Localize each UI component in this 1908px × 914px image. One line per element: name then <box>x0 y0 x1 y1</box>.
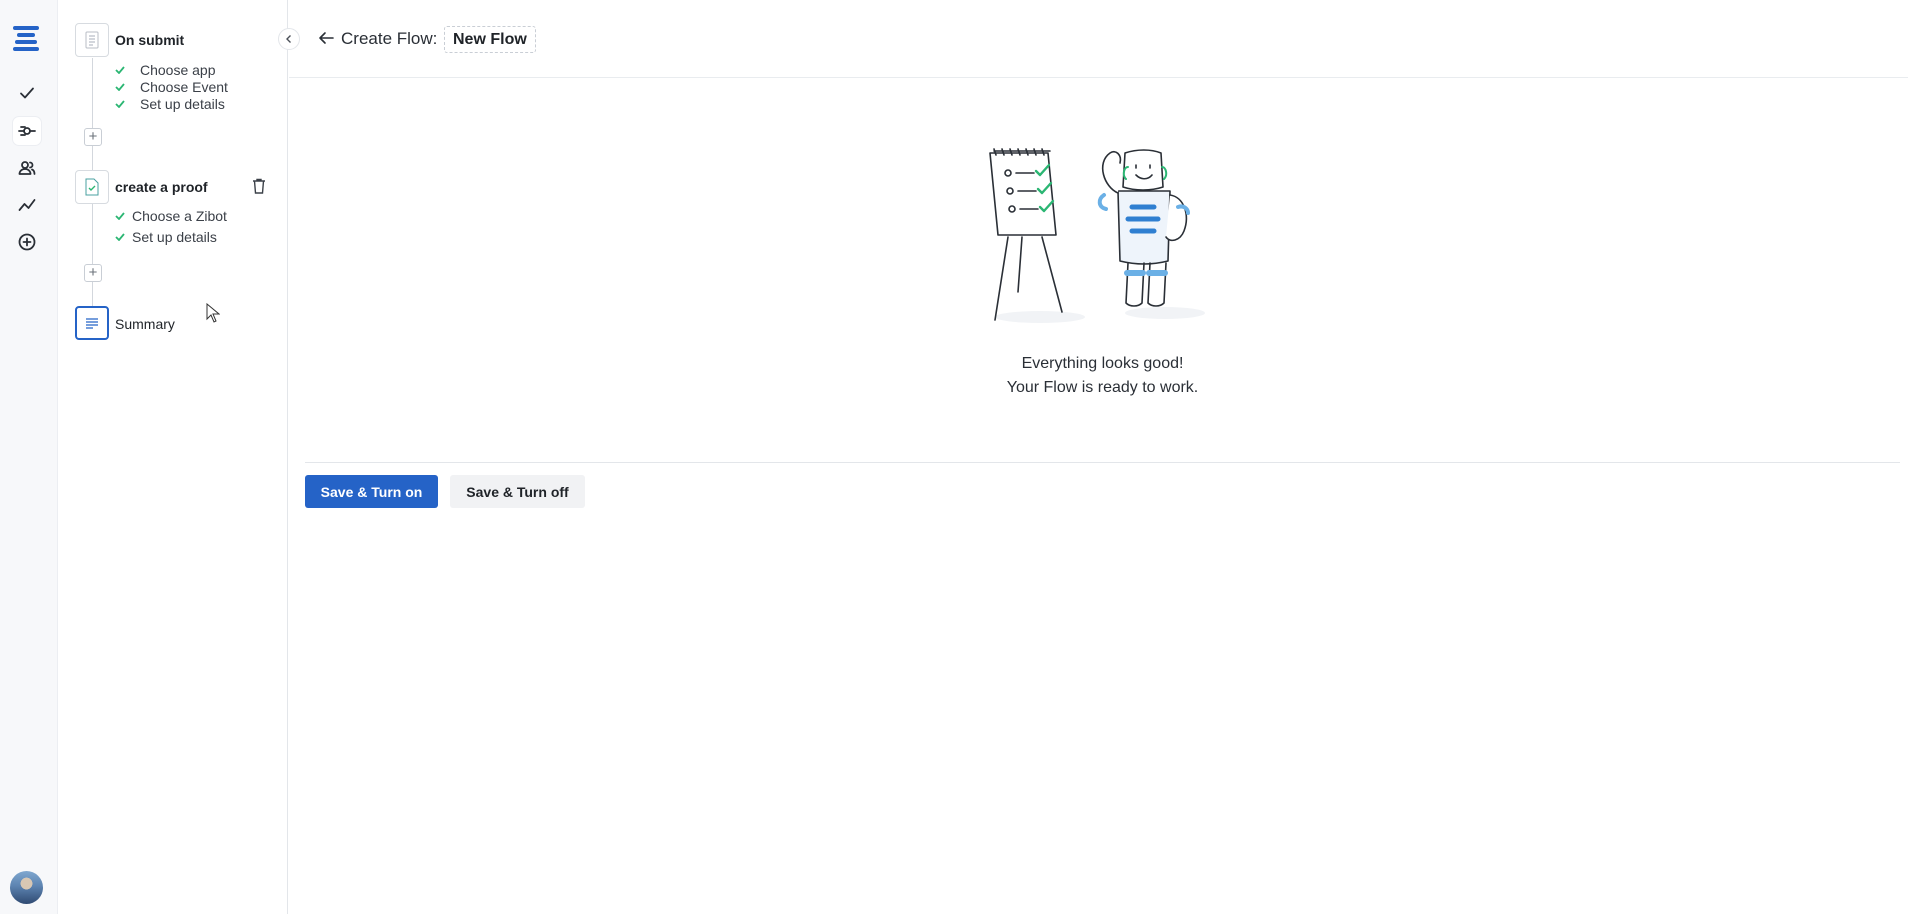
flow-name-field[interactable]: New Flow <box>444 26 536 53</box>
action-step-item: Choose a Zibot <box>115 208 227 224</box>
check-icon[interactable] <box>13 79 41 107</box>
content-divider <box>305 462 1900 463</box>
success-message-line2: Your Flow is ready to work. <box>1006 379 1199 396</box>
save-turn-on-button[interactable]: Save & Turn on <box>305 475 438 508</box>
trigger-step-item: Choose app <box>115 62 216 78</box>
plus-circle-icon[interactable] <box>13 228 41 256</box>
app-rail <box>0 0 58 914</box>
summary-step-box[interactable] <box>75 306 109 340</box>
flow-icon[interactable] <box>13 117 41 145</box>
add-step-button[interactable]: + <box>84 264 102 282</box>
trigger-step-item: Set up details <box>115 96 225 112</box>
save-turn-off-button[interactable]: Save & Turn off <box>450 475 585 508</box>
proof-doc-icon <box>85 178 99 196</box>
summary-icon <box>86 318 98 329</box>
action-step-item: Set up details <box>115 229 217 245</box>
form-icon <box>85 31 99 49</box>
analytics-icon[interactable] <box>13 191 41 219</box>
check-icon <box>115 212 125 220</box>
check-icon <box>115 83 125 91</box>
success-message-line1: Everything looks good! <box>1021 355 1184 372</box>
trigger-step-box[interactable] <box>75 23 109 57</box>
back-arrow-icon[interactable] <box>317 30 335 46</box>
trash-icon[interactable] <box>252 178 266 194</box>
page-header: Create Flow: New Flow <box>289 0 1908 78</box>
mouse-cursor-icon <box>206 303 220 323</box>
page-title: Create Flow: <box>341 29 438 48</box>
avatar[interactable] <box>10 871 43 904</box>
check-icon <box>115 66 125 74</box>
app-logo[interactable] <box>13 26 41 52</box>
action-step-title[interactable]: create a proof <box>115 179 208 195</box>
summary-step-title[interactable]: Summary <box>115 316 175 332</box>
add-step-button[interactable]: + <box>84 128 102 146</box>
check-icon <box>115 233 125 241</box>
trigger-step-title[interactable]: On submit <box>115 32 184 48</box>
action-step-box[interactable] <box>75 170 109 204</box>
check-icon <box>115 100 125 108</box>
robot-illustration <box>989 148 1205 323</box>
trigger-step-item: Choose Event <box>115 79 228 95</box>
users-icon[interactable] <box>13 154 41 182</box>
